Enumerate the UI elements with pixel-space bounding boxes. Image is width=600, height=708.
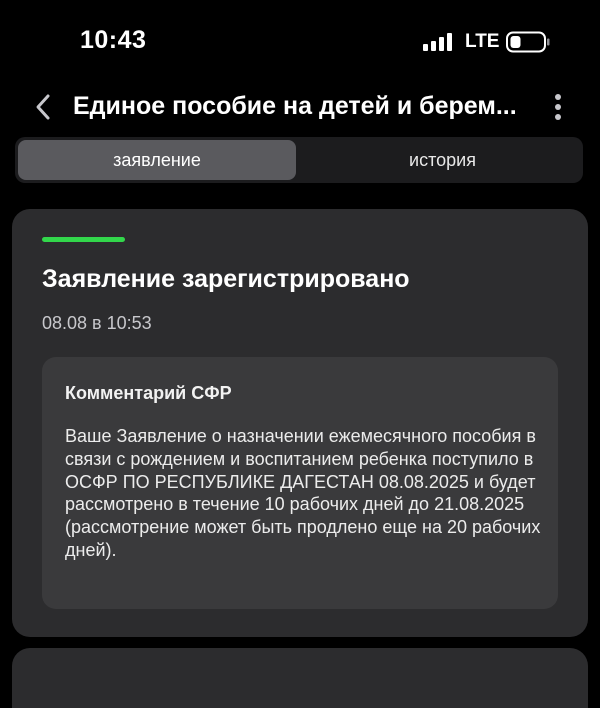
status-title: Заявление зарегистрировано [42,265,410,293]
comment-text: Ваше Заявление о назначении ежемесячного… [65,426,541,560]
status-indicator-bar [42,237,125,242]
status-time: 10:43 [80,26,147,54]
tab-history[interactable]: история [305,140,580,180]
application-status-card: Заявление зарегистрировано 08.08 в 10:53… [12,209,588,637]
page-title: Единое пособие на детей и берем... [73,92,517,120]
chevron-left-icon[interactable] [33,93,53,121]
status-date: 08.08 в 10:53 [42,313,152,333]
cellular-signal-icon [423,33,452,51]
next-card [12,648,588,708]
network-label: LTE [465,31,500,52]
segmented-control: заявление история [15,137,583,183]
battery-icon [506,31,550,53]
status-bar: 10:43 LTE [0,0,600,80]
comment-box: Комментарий СФР Ваше Заявление о назначе… [42,357,558,609]
navigation-bar: Единое пособие на детей и берем... [0,84,600,130]
tab-application[interactable]: заявление [18,140,296,180]
more-vertical-icon[interactable] [550,92,566,122]
comment-title: Комментарий СФР [65,383,232,403]
